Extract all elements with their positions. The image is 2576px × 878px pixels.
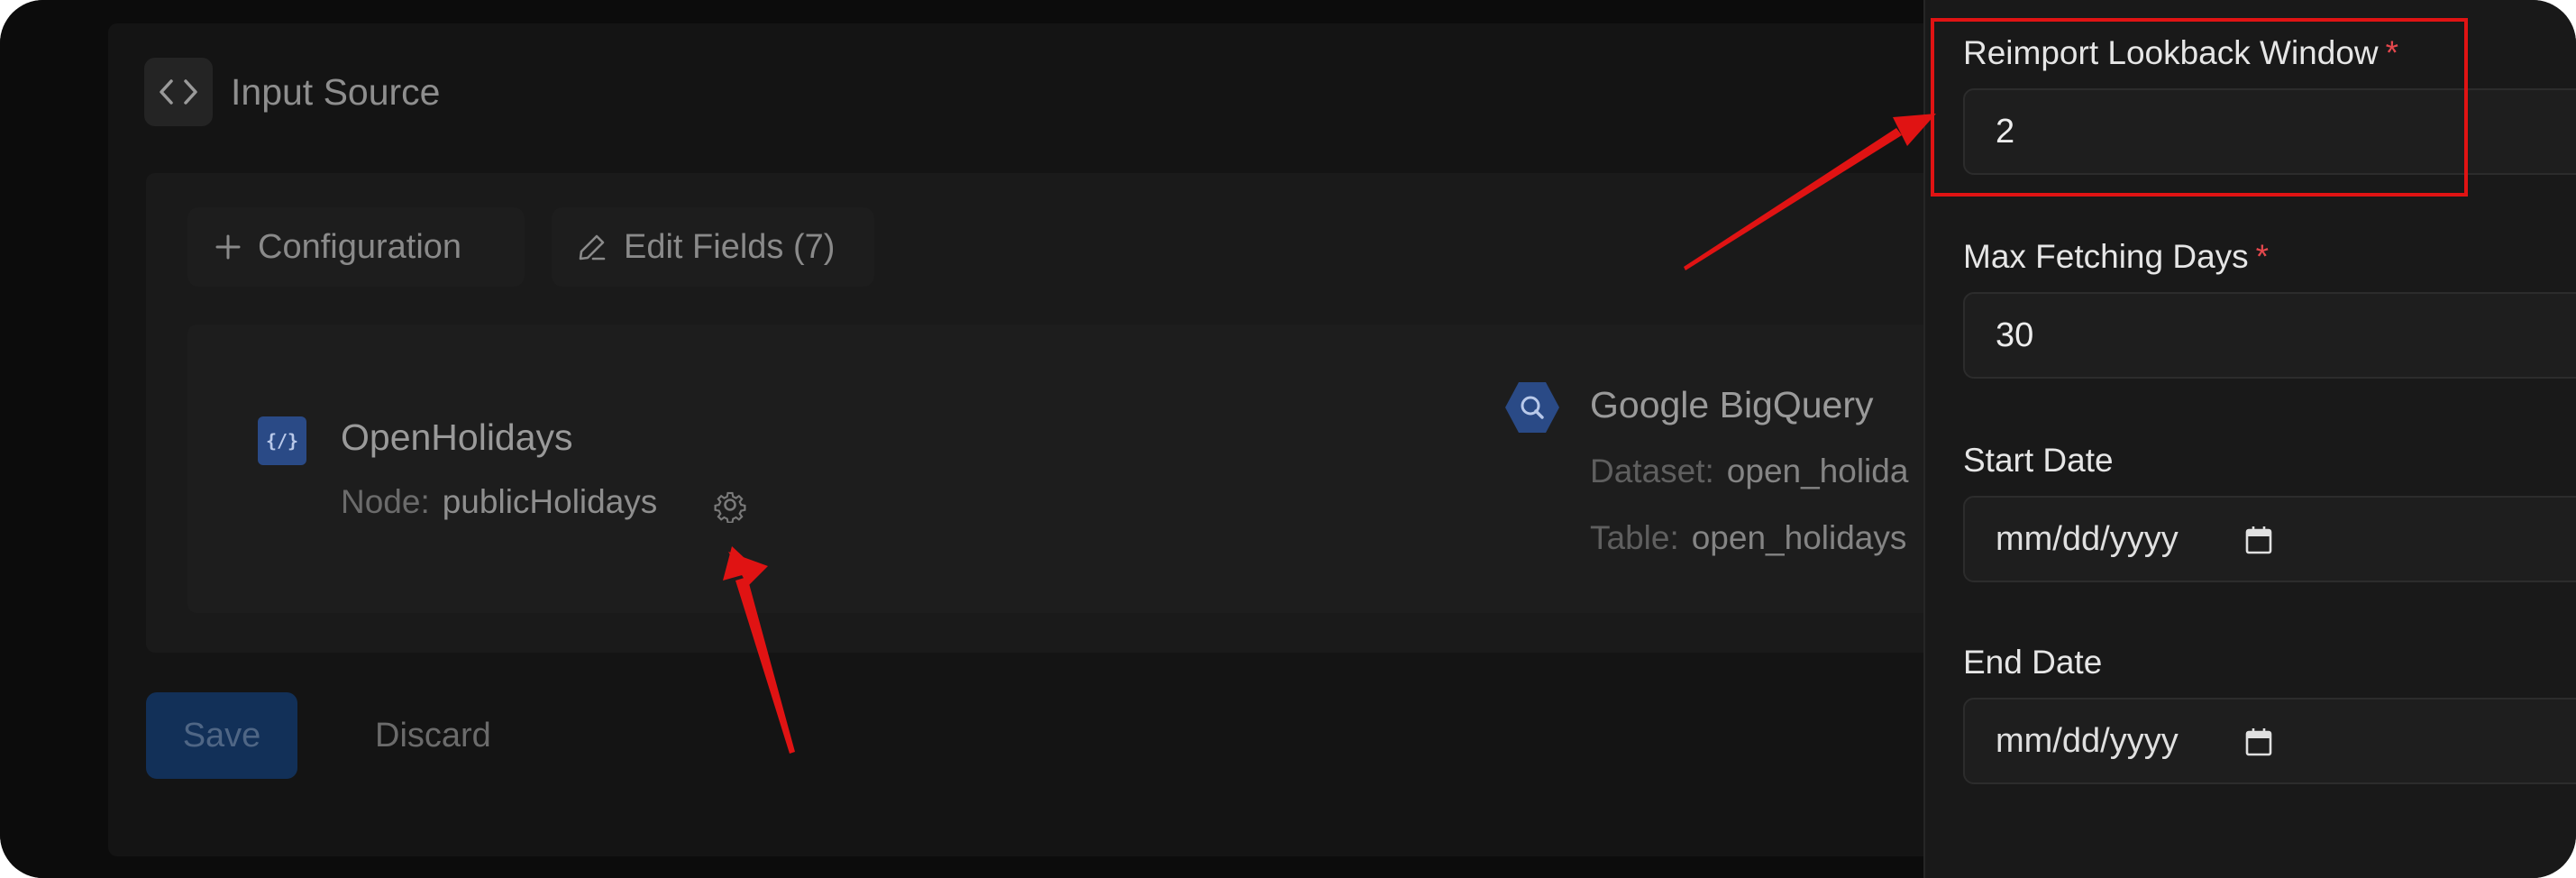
api-source-icon: {/}	[258, 416, 306, 465]
end-date-input[interactable]: mm/dd/yyyy	[1963, 698, 2576, 784]
plus-icon	[215, 234, 241, 260]
start-date-input[interactable]: mm/dd/yyyy	[1963, 496, 2576, 582]
reimport-lookback-value: 2	[1996, 112, 2015, 151]
reimport-lookback-label: Reimport Lookback Window *	[1963, 34, 2398, 72]
destination-dataset: Dataset: open_holida	[1590, 453, 1908, 490]
gear-icon[interactable]	[712, 487, 748, 524]
edit-fields-label: Edit Fields (7)	[624, 227, 836, 266]
source-node-label: Node:	[341, 483, 430, 520]
configuration-label: Configuration	[258, 227, 462, 266]
app-window: Input Source Configuration Edit Fields (…	[0, 0, 2576, 878]
calendar-icon[interactable]	[2244, 727, 2273, 757]
pencil-icon	[579, 234, 606, 261]
code-brackets-icon	[144, 58, 213, 126]
source-name: OpenHolidays	[341, 416, 573, 458]
source-node: Node: publicHolidays	[341, 483, 657, 521]
start-date-placeholder: mm/dd/yyyy	[1996, 519, 2179, 558]
dataset-label: Dataset:	[1590, 453, 1714, 489]
bigquery-icon	[1505, 382, 1559, 433]
max-fetching-days-input[interactable]: 30	[1963, 292, 2576, 379]
max-fetching-days-label-text: Max Fetching Days	[1963, 238, 2249, 275]
configuration-button[interactable]: Configuration	[187, 207, 525, 287]
max-fetching-days-value: 30	[1996, 316, 2034, 354]
discard-button[interactable]: Discard	[375, 692, 491, 779]
required-marker: *	[2255, 238, 2270, 275]
start-date-label: Start Date	[1963, 442, 2114, 479]
calendar-icon[interactable]	[2244, 525, 2273, 555]
table-label: Table:	[1590, 519, 1679, 556]
end-date-label: End Date	[1963, 644, 2103, 681]
reimport-lookback-label-text: Reimport Lookback Window	[1963, 34, 2379, 71]
edit-fields-button[interactable]: Edit Fields (7)	[552, 207, 874, 287]
page-title: Input Source	[231, 70, 441, 113]
end-date-placeholder: mm/dd/yyyy	[1996, 721, 2179, 760]
destination-table: Table: open_holidays	[1590, 519, 1906, 557]
save-button[interactable]: Save	[146, 692, 297, 779]
reimport-lookback-input[interactable]: 2	[1963, 88, 2576, 175]
max-fetching-days-label: Max Fetching Days *	[1963, 238, 2269, 276]
source-node-value: publicHolidays	[442, 483, 658, 520]
destination-name: Google BigQuery	[1590, 384, 1874, 425]
required-marker: *	[2385, 34, 2399, 71]
dataset-value: open_holida	[1726, 453, 1909, 489]
table-value: open_holidays	[1691, 519, 1907, 556]
page-header: Input Source	[144, 58, 441, 126]
